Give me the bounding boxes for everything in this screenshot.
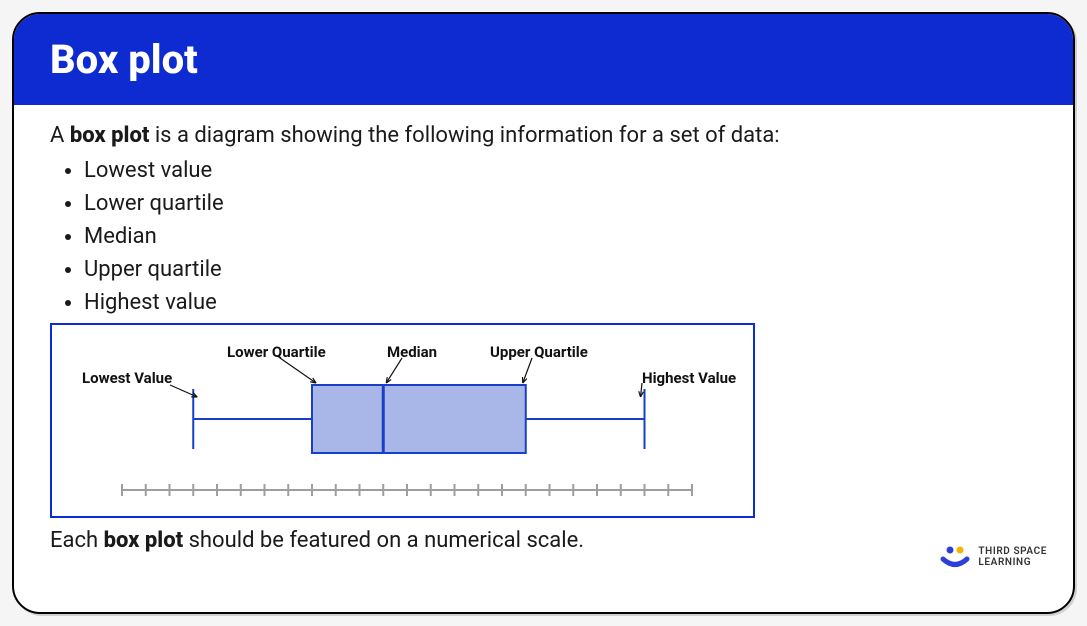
info-card: Box plot A box plot is a diagram showing…: [12, 12, 1075, 614]
outro-bold: box plot: [104, 528, 184, 553]
page-title: Box plot: [50, 36, 1037, 83]
intro-bold: box plot: [70, 123, 150, 148]
list-item: Lower quartile: [84, 187, 1037, 220]
label-highest: Highest Value: [642, 367, 736, 390]
brand-text: THIRD SPACE LEARNING: [978, 546, 1047, 568]
definition-list: Lowest value Lower quartile Median Upper…: [50, 154, 1037, 319]
outro-after: should be featured on a numerical scale.: [183, 528, 584, 553]
logo-icon: [940, 544, 970, 570]
brand-line2: LEARNING: [978, 557, 1047, 568]
intro-before: A: [50, 123, 70, 148]
label-lower-quartile: Lower Quartile: [227, 341, 326, 364]
list-item: Median: [84, 220, 1037, 253]
brand-logo: THIRD SPACE LEARNING: [940, 544, 1047, 570]
intro-text: A box plot is a diagram showing the foll…: [50, 119, 1037, 152]
list-item: Lowest value: [84, 154, 1037, 187]
outro-text: Each box plot should be featured on a nu…: [50, 524, 1037, 557]
label-upper-quartile: Upper Quartile: [490, 341, 588, 364]
label-median: Median: [387, 341, 437, 364]
card-header: Box plot: [14, 14, 1073, 105]
brand-line1: THIRD SPACE: [978, 546, 1047, 557]
list-item: Upper quartile: [84, 253, 1037, 286]
label-lowest: Lowest Value: [82, 367, 172, 390]
outro-before: Each: [50, 528, 104, 553]
boxplot-diagram: Lowest Value Lower Quartile Median Upper…: [50, 323, 755, 518]
card-body: A box plot is a diagram showing the foll…: [14, 105, 1073, 557]
list-item: Highest value: [84, 286, 1037, 319]
intro-after: is a diagram showing the following infor…: [149, 123, 779, 148]
